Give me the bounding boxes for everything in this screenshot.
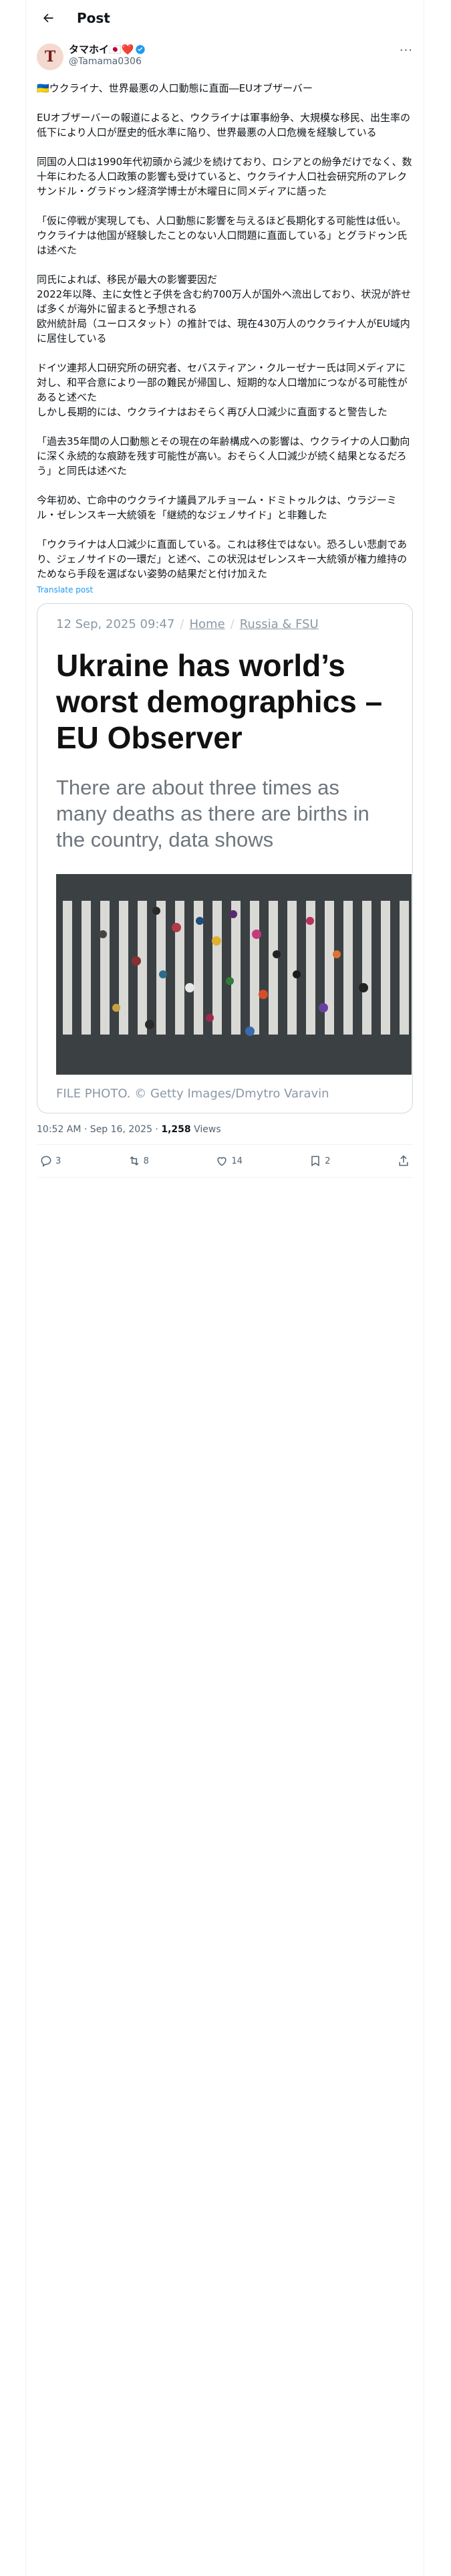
- post-paragraph: ドイツ連邦人口研究所の研究者、セバスティアン・クルーゼナー氏は同メディアに対し、…: [37, 362, 408, 418]
- author-handle[interactable]: @Tamama0306: [69, 56, 400, 68]
- heart-icon: [217, 1157, 227, 1166]
- post-text: 🇺🇦ウクライナ、世界最悪の人口動態に直面―EUオブザーバー EUオブザーバーの報…: [37, 81, 413, 581]
- article-headline: Ukraine has world’s worst demographics –…: [56, 648, 383, 755]
- back-arrow-icon[interactable]: [37, 7, 59, 29]
- separator: /: [180, 617, 184, 631]
- page-title: Post: [77, 9, 110, 26]
- embedded-article-card[interactable]: 12 Sep, 2025 09:47 / Home / Russia & FSU Ukr…: [37, 603, 413, 1113]
- article-subtitle: There are about three times as many deat…: [56, 776, 369, 851]
- share-button[interactable]: [397, 1154, 410, 1168]
- author-names: タマホイ🇯🇵❤️ @Tamama0306: [69, 43, 400, 68]
- author-row: T タマホイ🇯🇵❤️ @Tamama0306 ···: [37, 43, 413, 70]
- post-paragraph: 同氏によれば、移民が最大の影響要因だ 2022年以降、主に女性と子供を含む約70…: [37, 274, 412, 344]
- translate-post-link[interactable]: Translate post: [37, 585, 93, 595]
- views-count: 1,258: [161, 1124, 191, 1135]
- bookmark-button[interactable]: 2: [309, 1154, 331, 1168]
- post-paragraph: 「仮に停戦が実現しても、人口動態に影響を与えるほど長期化する可能性は低い。ウクラ…: [37, 215, 408, 256]
- like-button[interactable]: 14: [215, 1154, 243, 1168]
- post-paragraph: 今年初め、亡命中のウクライナ議員アルチョーム・ドミトゥルクは、ウラジーミル・ゼレ…: [37, 494, 397, 521]
- more-options-icon[interactable]: ···: [400, 43, 413, 58]
- post-time[interactable]: 10:52 AM · Sep 16, 2025 ·: [37, 1124, 161, 1135]
- verified-badge-icon: [136, 45, 146, 54]
- post-column: Post T タマホイ🇯🇵❤️ @Tamama0306 ··· 🇺🇦ウクライナ、…: [25, 0, 424, 2576]
- post-paragraph: EUオブザーバーの報道によると、ウクライナは軍事紛争、大規模な移民、出生率の低下…: [37, 112, 410, 138]
- bookmark-count: 2: [325, 1156, 331, 1166]
- crosswalk-photo: [56, 874, 412, 1075]
- article-date: 12 Sep, 2025 09:47: [56, 617, 175, 631]
- repost-icon: [130, 1156, 139, 1166]
- post: T タマホイ🇯🇵❤️ @Tamama0306 ··· 🇺🇦ウクライナ、世界最悪の…: [26, 35, 424, 1178]
- post-paragraph: 🇺🇦ウクライナ、世界最悪の人口動態に直面―EUオブザーバー: [37, 82, 313, 94]
- avatar[interactable]: T: [37, 43, 63, 70]
- repost-count: 8: [143, 1156, 149, 1166]
- like-count: 14: [231, 1156, 243, 1166]
- action-bar: 3 8 14 2: [37, 1145, 413, 1178]
- repost-button[interactable]: 8: [128, 1154, 149, 1168]
- reply-button[interactable]: 3: [39, 1154, 61, 1168]
- reply-icon: [41, 1156, 51, 1167]
- post-paragraph: 「過去35年間の人口動態とその現在の年齢構成への影響は、ウクライナの人口動向に深…: [37, 435, 410, 477]
- author-name: タマホイ🇯🇵❤️: [69, 43, 134, 56]
- breadcrumb-section[interactable]: Russia & FSU: [240, 617, 319, 631]
- share-icon: [399, 1155, 408, 1166]
- reply-count: 3: [55, 1156, 61, 1166]
- post-paragraph: 「ウクライナは人口減少に直面している。これは移住ではない。恐ろしい悲劇であり、ジ…: [37, 538, 408, 580]
- author-name-row[interactable]: タマホイ🇯🇵❤️: [69, 43, 400, 56]
- article-meta: 12 Sep, 2025 09:47 / Home / Russia & FSU: [56, 617, 394, 631]
- post-paragraph: 同国の人口は1990年代初頭から減少を続けており、ロシアとの紛争だけでなく、数十…: [37, 156, 412, 197]
- post-timestamp: 10:52 AM · Sep 16, 2025 · 1,258 Views: [37, 1124, 413, 1145]
- top-bar: Post: [26, 0, 424, 35]
- breadcrumb-home[interactable]: Home: [189, 617, 224, 631]
- views-label: Views: [190, 1124, 221, 1135]
- photo-caption: FILE PHOTO. © Getty Images/Dmytro Varavi…: [56, 1087, 329, 1101]
- bookmark-icon: [311, 1156, 320, 1167]
- separator: /: [230, 617, 235, 631]
